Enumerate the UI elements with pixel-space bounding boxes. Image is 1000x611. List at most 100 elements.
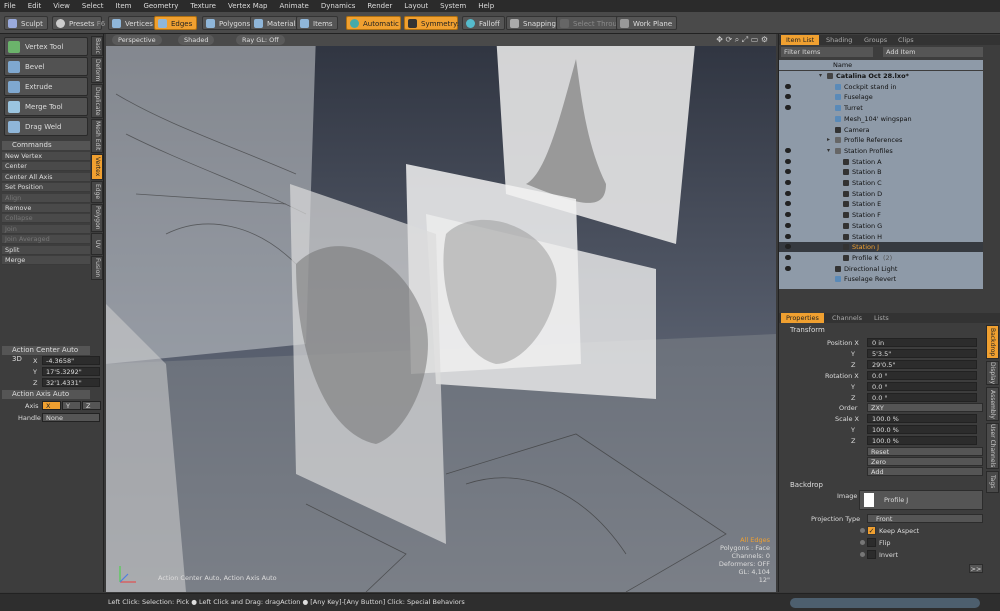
position-x-field[interactable]: 0 in — [867, 338, 977, 347]
menu-layout[interactable]: Layout — [404, 2, 428, 10]
zero-dropdown[interactable]: Zero — [867, 457, 983, 466]
menu-view[interactable]: View — [53, 2, 70, 10]
flip-anim-dot[interactable] — [860, 540, 865, 545]
list-item[interactable]: ▾ Catalina Oct 28.lxo* — [779, 71, 983, 81]
tab-channels[interactable]: Channels — [827, 313, 867, 323]
axis-x-button[interactable]: X — [42, 401, 61, 410]
edges-button[interactable]: Edges — [154, 16, 198, 30]
falloff-button[interactable]: Falloff — [462, 16, 505, 30]
command-set-position[interactable]: Set Position — [2, 183, 90, 193]
command-align[interactable]: Align — [2, 193, 90, 203]
tool-vertex-tool[interactable]: Vertex Tool — [4, 37, 88, 56]
list-item[interactable]: Station G — [779, 221, 983, 231]
transform-section[interactable]: Transform — [781, 325, 981, 335]
menu-vertex-map[interactable]: Vertex Map — [228, 2, 268, 10]
visibility-eye-icon[interactable] — [785, 169, 791, 175]
visibility-eye-icon[interactable] — [785, 244, 791, 250]
handle-dropdown[interactable]: None — [42, 413, 100, 422]
commands-header[interactable]: Commands — [2, 141, 90, 150]
tab-lists[interactable]: Lists — [869, 313, 894, 323]
tool-bevel[interactable]: Bevel — [4, 57, 88, 76]
menu-item[interactable]: Item — [116, 2, 132, 10]
visibility-eye-icon[interactable] — [785, 254, 791, 260]
add-item-button[interactable]: Add Item — [883, 47, 983, 57]
expand-arrow-icon[interactable]: ▾ — [827, 146, 830, 156]
tool-merge-tool[interactable]: Merge Tool — [4, 97, 88, 116]
action-center-header[interactable]: Action Center Auto 3D — [2, 346, 90, 363]
name-column-header[interactable]: Name — [833, 61, 852, 69]
tab-edge[interactable]: Edge — [91, 181, 103, 203]
rotation-z-field[interactable]: 0.0 ° — [867, 393, 977, 402]
visibility-eye-icon[interactable] — [785, 180, 791, 185]
list-item[interactable]: Station H — [779, 232, 983, 242]
action-x-field[interactable]: -4.3658" — [42, 356, 100, 365]
projection-type-dropdown[interactable]: Front — [867, 514, 983, 523]
list-item[interactable]: ▾ Station Profiles — [779, 146, 983, 156]
visibility-eye-icon[interactable] — [785, 158, 791, 164]
list-item[interactable]: Camera — [779, 125, 983, 135]
visibility-eye-icon[interactable] — [785, 212, 791, 218]
items-button[interactable]: Items — [296, 16, 338, 30]
scale-z-field[interactable]: 100.0 % — [867, 436, 977, 445]
menu-animate[interactable]: Animate — [279, 2, 308, 10]
list-item[interactable]: Station J — [779, 242, 983, 253]
vertices-button[interactable]: Vertices — [108, 16, 158, 30]
command-new-vertex[interactable]: New Vertex — [2, 152, 90, 161]
side-tab-user-channels[interactable]: User Channels — [986, 423, 999, 469]
visibility-eye-icon[interactable] — [785, 233, 791, 239]
presets-button[interactable]: Presets F6 — [52, 16, 105, 30]
order-dropdown[interactable]: ZXY — [867, 403, 983, 412]
viewport-nav-icons[interactable]: ✥ ⟳ ⌕ ⤢ ▭ ⚙ — [716, 35, 768, 45]
tab-uv[interactable]: UV — [91, 233, 103, 255]
symmetry-button[interactable]: Symmetry: X — [404, 16, 466, 30]
more-button[interactable]: >> — [969, 564, 983, 573]
raygl-dropdown[interactable]: Ray GL: Off — [236, 35, 285, 45]
menu-file[interactable]: File — [4, 2, 16, 10]
visibility-eye-icon[interactable] — [785, 147, 791, 153]
snapping-button[interactable]: Snapping — [506, 16, 561, 30]
list-item[interactable]: Station A — [779, 157, 983, 167]
list-item[interactable]: Station C — [779, 178, 983, 188]
tab-fusion[interactable]: Fusion — [91, 256, 103, 280]
sculpt-button[interactable]: Sculpt — [4, 16, 48, 30]
rotation-x-field[interactable]: 0.0 ° — [867, 371, 977, 380]
keep-aspect-checkbox[interactable]: ✓ — [867, 526, 876, 535]
tab-deform[interactable]: Deform — [91, 57, 103, 83]
command-merge[interactable]: Merge — [2, 256, 90, 265]
list-item[interactable]: Profile K (2) — [779, 253, 983, 263]
side-tab-backdrop[interactable]: Backdrop — [986, 325, 999, 359]
list-item[interactable]: Cockpit stand in — [779, 82, 983, 92]
axis-z-button[interactable]: Z — [82, 401, 101, 410]
menu-texture[interactable]: Texture — [190, 2, 216, 10]
scale-y-field[interactable]: 100.0 % — [867, 425, 977, 434]
tab-duplicate[interactable]: Duplicate — [91, 84, 103, 118]
menu-system[interactable]: System — [440, 2, 466, 10]
tool-extrude[interactable]: Extrude — [4, 77, 88, 96]
menu-geometry[interactable]: Geometry — [143, 2, 178, 10]
menu-render[interactable]: Render — [367, 2, 392, 10]
action-axis-header[interactable]: Action Axis Auto — [2, 390, 90, 399]
tab-shading[interactable]: Shading — [821, 35, 857, 45]
visibility-eye-icon[interactable] — [785, 94, 791, 100]
reset-dropdown[interactable]: Reset — [867, 447, 983, 456]
command-join[interactable]: Join — [2, 224, 90, 234]
tab-mesh-edit[interactable]: Mesh Edit — [91, 119, 103, 153]
expand-arrow-icon[interactable]: ▾ — [819, 71, 822, 81]
visibility-eye-icon[interactable] — [785, 83, 791, 89]
tab-properties[interactable]: Properties — [781, 313, 824, 323]
list-item[interactable]: Station B — [779, 167, 983, 177]
side-tab-display[interactable]: Display — [986, 361, 999, 385]
list-item[interactable]: Mesh_104' wingspan — [779, 114, 983, 124]
command-center-all-axis[interactable]: Center All Axis — [2, 172, 90, 182]
tab-clips[interactable]: Clips — [893, 35, 919, 45]
list-item[interactable]: Fuselage Revert — [779, 274, 983, 284]
image-dropdown[interactable]: Profile J — [859, 490, 983, 510]
list-item[interactable]: Turret — [779, 103, 983, 113]
invert-checkbox[interactable] — [867, 550, 876, 559]
automatic-button[interactable]: Automatic — [346, 16, 401, 30]
visibility-eye-icon[interactable] — [785, 190, 791, 196]
expand-arrow-icon[interactable]: ▸ — [827, 135, 830, 145]
side-tab-tags[interactable]: Tags — [986, 471, 999, 493]
tab-vertex[interactable]: Vertex — [91, 154, 103, 180]
tab-polygon[interactable]: Polygon — [91, 204, 103, 232]
